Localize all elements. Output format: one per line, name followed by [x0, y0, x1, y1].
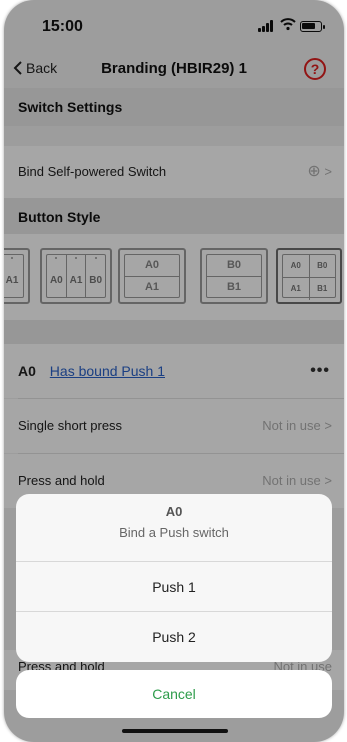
action-sheet-title: A0 [165, 504, 183, 519]
push-2-option[interactable]: Push 2 [16, 612, 332, 662]
cancel-button[interactable]: Cancel [16, 670, 332, 718]
action-sheet-subtitle: Bind a Push switch [119, 525, 229, 540]
home-indicator[interactable] [122, 729, 228, 733]
push-1-option[interactable]: Push 1 [16, 562, 332, 612]
action-sheet: A0 Bind a Push switch Push 1 Push 2 [16, 494, 332, 662]
action-sheet-header: A0 Bind a Push switch [16, 494, 332, 562]
phone-frame: 15:00 Back Branding (HBIR29) 1 ? Switch … [4, 0, 344, 742]
